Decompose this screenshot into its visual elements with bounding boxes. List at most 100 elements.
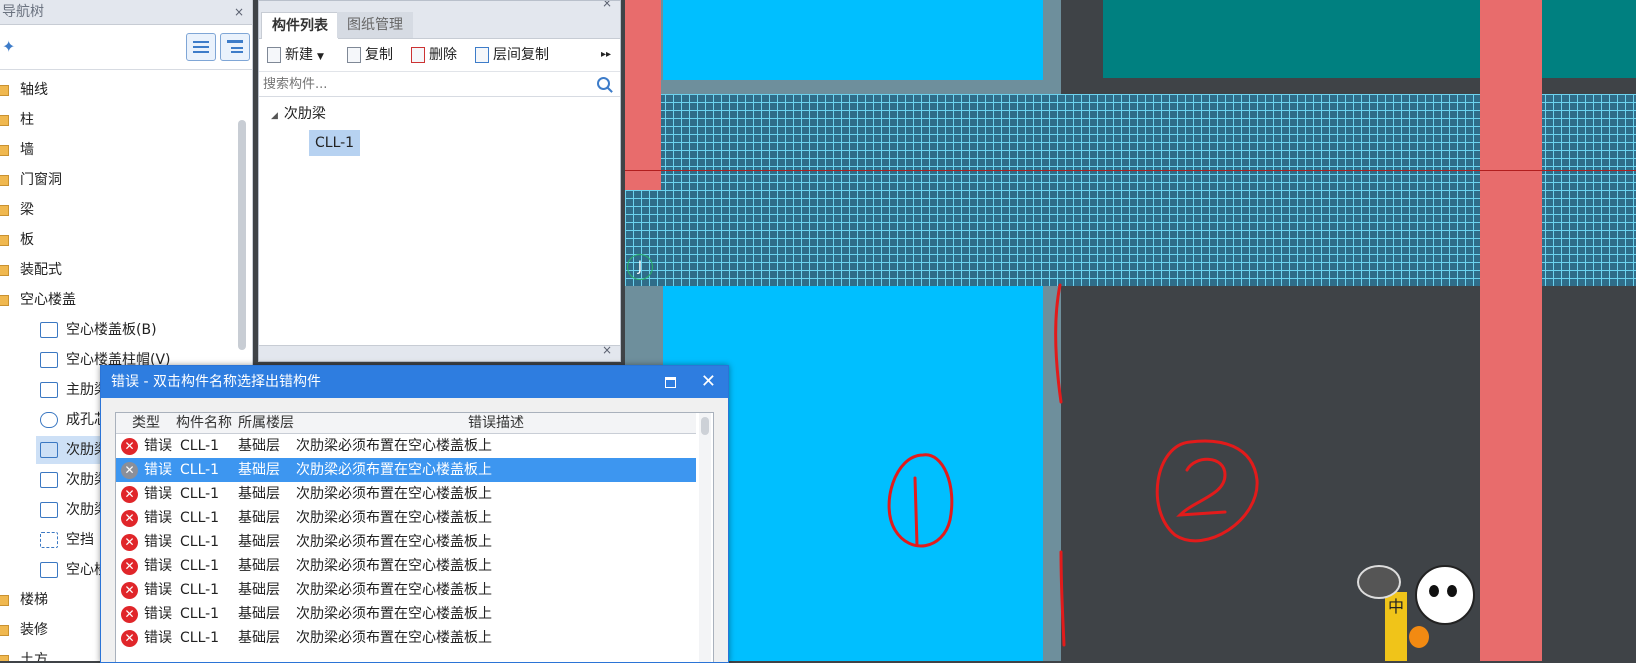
- nav-header: 导航树 ×: [0, 0, 252, 25]
- close-icon[interactable]: ×: [602, 1, 612, 10]
- secondary-rib-icon: [40, 442, 58, 458]
- tree-item-hollow-floor[interactable]: 空心楼盖: [0, 286, 76, 314]
- error-row[interactable]: ✕ 错误 CLL-1 基础层 次肋梁必须布置在空心楼盖板上: [116, 626, 696, 650]
- tree-item-beam[interactable]: 梁: [0, 196, 34, 224]
- pumpkin-sticker-icon: [1409, 626, 1429, 648]
- floor-copy-label: 层间复制: [493, 47, 549, 63]
- error-name-cell[interactable]: CLL-1: [180, 626, 219, 650]
- tree-subitem-secondary-rib-2[interactable]: 次肋梁: [40, 466, 108, 494]
- error-name-cell[interactable]: CLL-1: [180, 578, 219, 602]
- tree-subitem-secondary-rib-3[interactable]: 次肋梁: [40, 496, 108, 524]
- tree-item-axis[interactable]: 轴线: [0, 76, 48, 104]
- tree-item-door-window[interactable]: 门窗洞: [0, 166, 62, 194]
- error-row[interactable]: ✕ 错误 CLL-1 基础层 次肋梁必须布置在空心楼盖板上: [116, 482, 696, 506]
- dropdown-arrow-icon[interactable]: ▼: [317, 52, 324, 62]
- detail-view-button[interactable]: [220, 33, 250, 61]
- error-row[interactable]: ✕ 错误 CLL-1 基础层 次肋梁必须布置在空心楼盖板上: [116, 578, 696, 602]
- error-dialog: 错误 - 双击构件名称选择出错构件 ✕ 类型 构件名称 所属楼层 错误描述 ✕ 错…: [100, 365, 729, 663]
- search-icon[interactable]: [597, 77, 610, 90]
- tab-component-list[interactable]: 构件列表: [261, 12, 339, 39]
- error-name-cell[interactable]: CLL-1: [180, 434, 219, 458]
- close-icon[interactable]: ×: [234, 0, 244, 24]
- error-icon: ✕: [121, 606, 138, 623]
- secondary-rib-icon: [40, 502, 58, 518]
- sparkle-icon[interactable]: ✦: [2, 37, 15, 56]
- tree-item-decoration[interactable]: 装修: [0, 616, 48, 644]
- tree-item-cll-1[interactable]: CLL-1: [309, 130, 361, 156]
- tree-item-label: 轴线: [20, 82, 48, 98]
- error-type-cell: 错误: [144, 486, 172, 502]
- main-rib-icon: [40, 382, 58, 398]
- new-file-icon: [267, 47, 281, 63]
- copy-icon: [347, 47, 361, 63]
- ime-badge: 中: [1385, 592, 1407, 661]
- folder-icon: [0, 84, 9, 96]
- error-name-cell[interactable]: CLL-1: [180, 506, 219, 530]
- error-floor-cell: 基础层: [238, 486, 280, 502]
- tree-item-earthwork[interactable]: 土方: [0, 646, 48, 661]
- tree-item-slab[interactable]: 板: [0, 226, 34, 254]
- error-name-cell[interactable]: CLL-1: [180, 458, 219, 482]
- error-floor-cell: 基础层: [238, 630, 280, 646]
- nav-scrollbar[interactable]: [238, 120, 246, 350]
- error-name-cell[interactable]: CLL-1: [180, 602, 219, 626]
- tree-item-label: 空心楼盖: [20, 292, 76, 308]
- error-row[interactable]: ✕ 错误 CLL-1 基础层 次肋梁必须布置在空心楼盖板上: [116, 458, 696, 482]
- column-header-desc[interactable]: 错误描述: [468, 413, 524, 433]
- error-row[interactable]: ✕ 错误 CLL-1 基础层 次肋梁必须布置在空心楼盖板上: [116, 434, 696, 458]
- error-name-cell[interactable]: CLL-1: [180, 482, 219, 506]
- error-desc-cell: 次肋梁必须布置在空心楼盖板上: [296, 486, 492, 502]
- search-input[interactable]: [259, 72, 575, 96]
- annotation-circle-2: [1155, 439, 1259, 543]
- dialog-title: 错误 - 双击构件名称选择出错构件: [111, 374, 321, 390]
- copy-button[interactable]: 复制: [347, 39, 393, 71]
- error-row[interactable]: ✕ 错误 CLL-1 基础层 次肋梁必须布置在空心楼盖板上: [116, 602, 696, 626]
- tree-item-prefab[interactable]: 装配式: [0, 256, 62, 284]
- error-desc-cell: 次肋梁必须布置在空心楼盖板上: [296, 558, 492, 574]
- close-icon[interactable]: ✕: [701, 366, 716, 398]
- error-floor-cell: 基础层: [238, 582, 280, 598]
- column-header-floor[interactable]: 所属楼层: [238, 413, 294, 433]
- list-view-button[interactable]: [186, 33, 216, 61]
- tab-drawing-management[interactable]: 图纸管理: [337, 12, 413, 38]
- error-row[interactable]: ✕ 错误 CLL-1 基础层 次肋梁必须布置在空心楼盖板上: [116, 506, 696, 530]
- grid-scrollbar[interactable]: [699, 413, 711, 662]
- tree-item-column[interactable]: 柱: [0, 106, 34, 134]
- folder-icon: [0, 234, 9, 246]
- error-icon: ✕: [121, 510, 138, 527]
- more-tools-button[interactable]: ▸▸: [601, 39, 611, 71]
- annotation-circle-1: [887, 453, 954, 548]
- error-row[interactable]: ✕ 错误 CLL-1 基础层 次肋梁必须布置在空心楼盖板上: [116, 554, 696, 578]
- annotation-mark-top: [1054, 283, 1063, 404]
- error-icon: ✕: [121, 630, 138, 647]
- drawing-canvas[interactable]: J 中: [625, 0, 1636, 661]
- tree-item-label: 墙: [20, 142, 34, 158]
- column-header-type[interactable]: 类型: [132, 413, 160, 433]
- error-type-cell: 错误: [144, 534, 172, 550]
- column-header-name[interactable]: 构件名称: [176, 413, 232, 433]
- error-name-cell[interactable]: CLL-1: [180, 530, 219, 554]
- error-desc-cell: 次肋梁必须布置在空心楼盖板上: [296, 630, 492, 646]
- close-icon[interactable]: ×: [602, 343, 612, 357]
- error-floor-cell: 基础层: [238, 510, 280, 526]
- error-icon: ✕: [121, 558, 138, 575]
- secondary-rib-icon: [40, 472, 58, 488]
- maximize-icon[interactable]: [665, 377, 676, 388]
- error-name-cell[interactable]: CLL-1: [180, 554, 219, 578]
- tree-subitem-hollow-slab[interactable]: 空心楼盖板(B): [40, 316, 157, 344]
- tree-subitem-empty-block[interactable]: 空挡: [40, 526, 94, 554]
- tree-subitem-main-rib[interactable]: 主肋梁: [40, 376, 108, 404]
- new-button[interactable]: 新建 ▼: [267, 39, 324, 71]
- collapse-arrow-icon[interactable]: ◢: [271, 111, 278, 121]
- tree-group-secondary-rib[interactable]: ◢ 次肋梁: [271, 101, 326, 127]
- folder-icon: [0, 594, 9, 606]
- delete-button[interactable]: 删除: [411, 39, 457, 71]
- tree-item-stairs[interactable]: 楼梯: [0, 586, 48, 614]
- component-list-panel: × 构件列表 图纸管理 新建 ▼ 复制 删除 层间复制 ▸▸ ◢ 次肋梁 CLL-1…: [258, 0, 621, 362]
- scrollbar-thumb[interactable]: [701, 417, 709, 435]
- tree-item-wall[interactable]: 墙: [0, 136, 34, 164]
- annotation-layer: [887, 283, 1259, 647]
- floor-copy-button[interactable]: 层间复制: [475, 39, 549, 71]
- error-row[interactable]: ✕ 错误 CLL-1 基础层 次肋梁必须布置在空心楼盖板上: [116, 530, 696, 554]
- error-floor-cell: 基础层: [238, 534, 280, 550]
